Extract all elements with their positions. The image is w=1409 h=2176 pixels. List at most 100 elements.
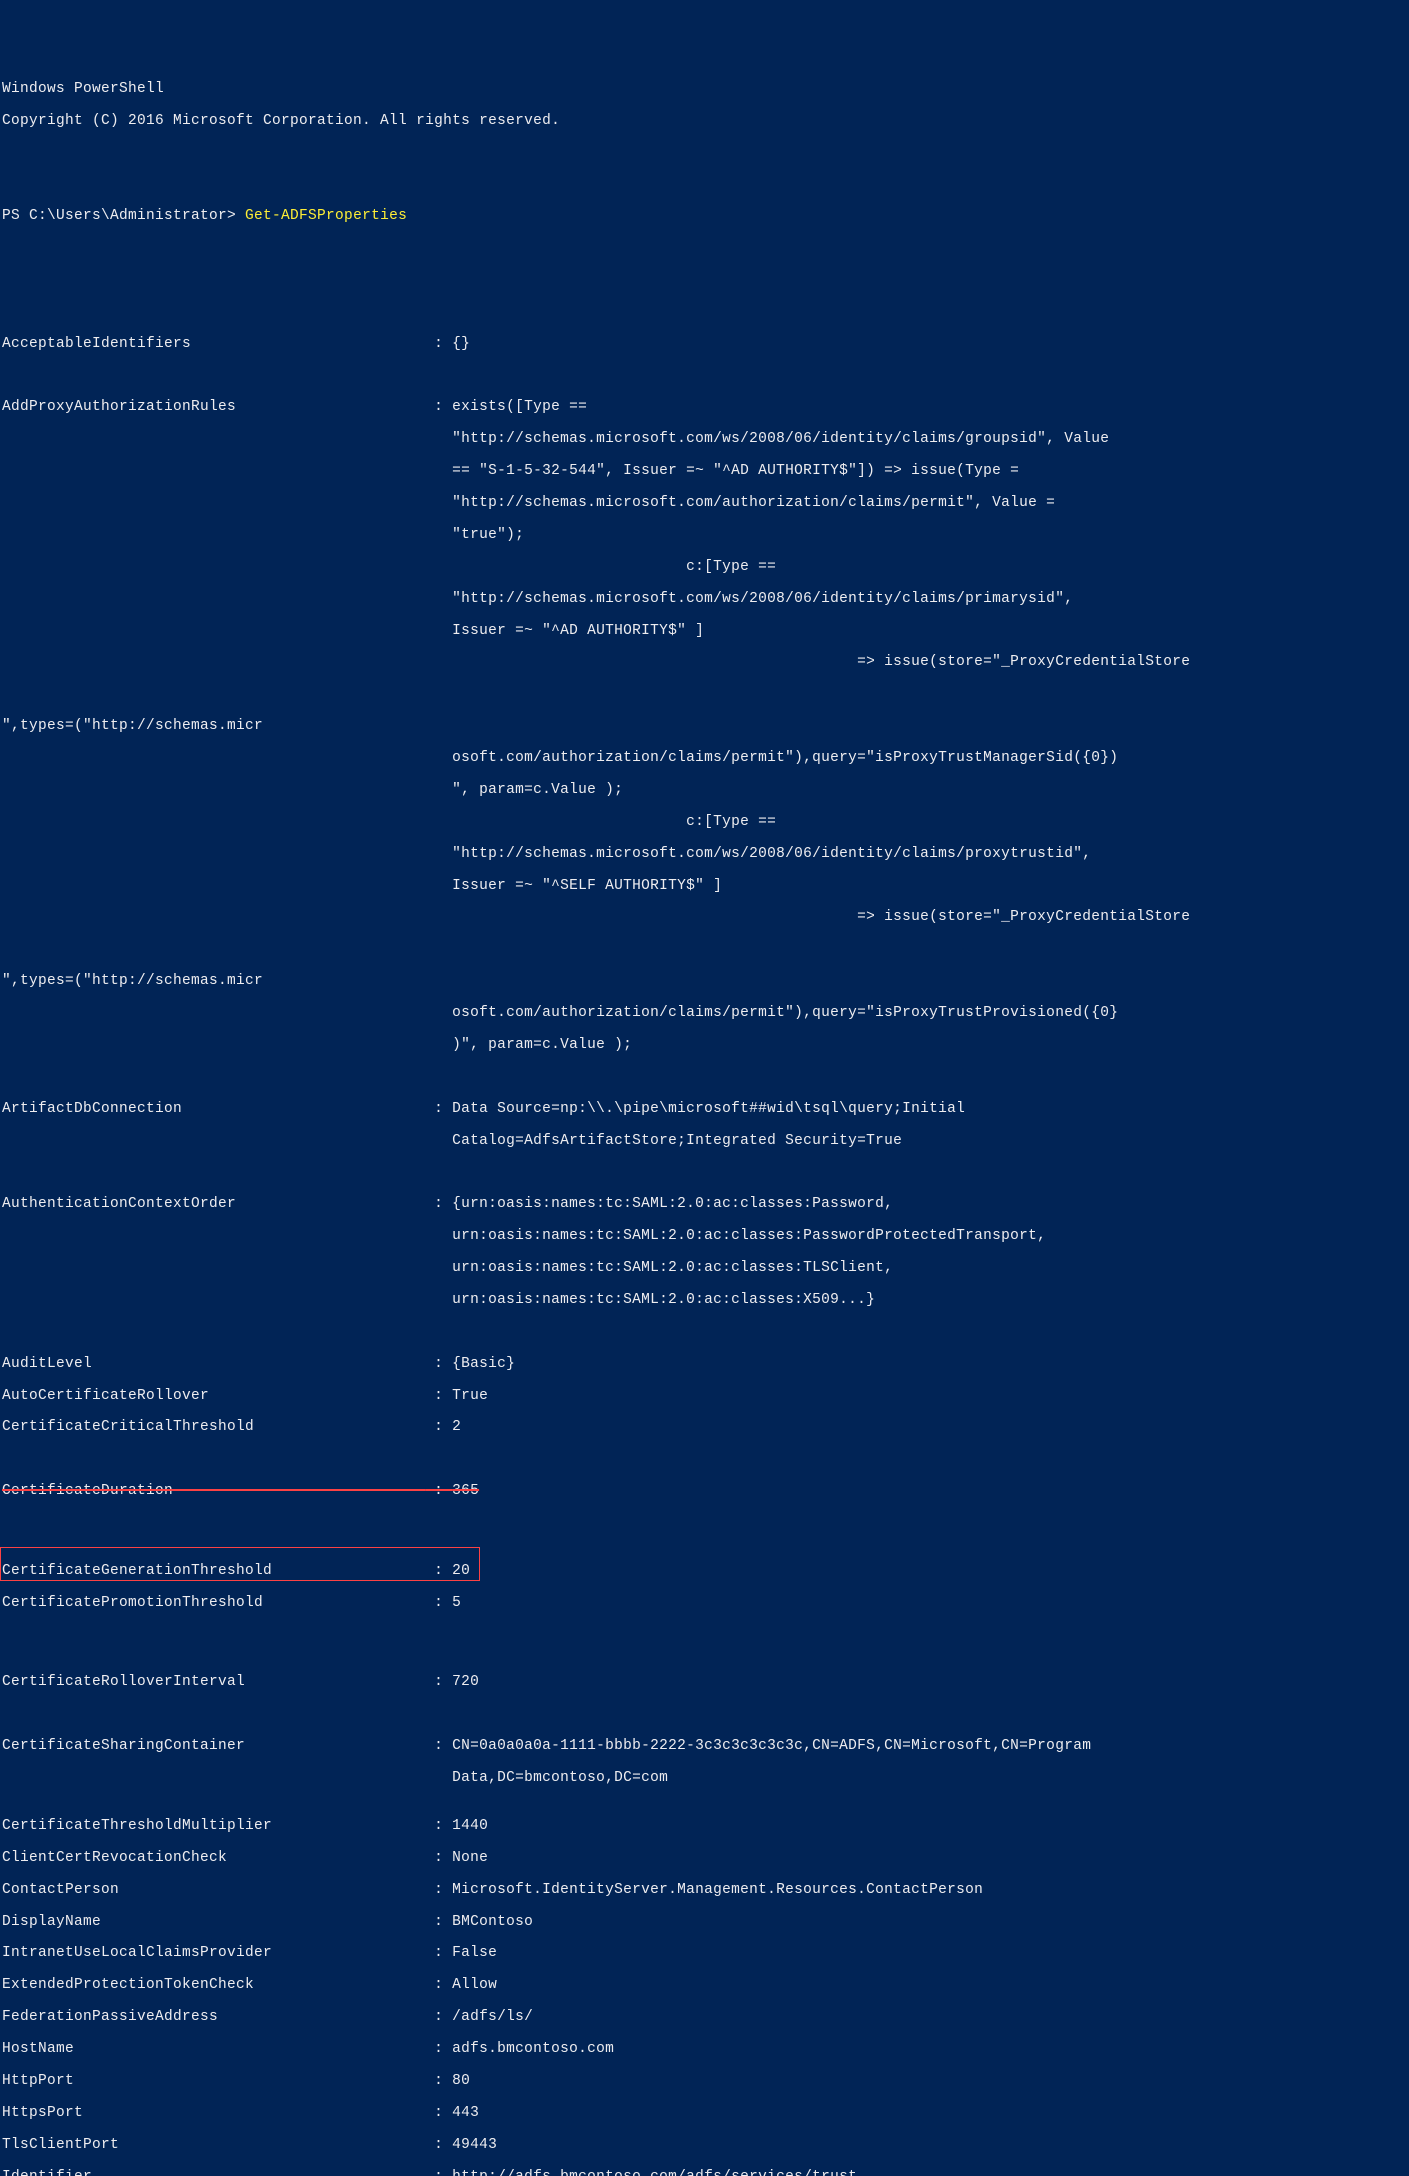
prop-row: ExtendedProtectionTokenCheck : Allow	[2, 1978, 1407, 1994]
highlight-box: CertificateGenerationThreshold : 20 Cert…	[2, 1548, 1407, 1644]
prop-row: AuthenticationContextOrder : {urn:oasis:…	[2, 1197, 1407, 1213]
prop-row: ArtifactDbConnection : Data Source=np:\\…	[2, 1102, 1407, 1118]
prop-value: Data,DC=bmcontoso,DC=com	[452, 1771, 668, 1787]
colon: :	[425, 2138, 452, 2154]
prop-value: Allow	[452, 1978, 497, 1994]
prop-value: osoft.com/authorization/claims/permit"),…	[452, 1006, 1118, 1022]
wrap-key: ",types=("http://schemas.micr	[2, 974, 263, 990]
prop-cont: == "S-1-5-32-544", Issuer =~ "^AD AUTHOR…	[2, 464, 1407, 480]
prop-value: => issue(store="_ProxyCredentialStore	[452, 655, 1190, 671]
prop-wrap: ",types=("http://schemas.micr	[2, 974, 1407, 990]
header-line1: Windows PowerShell	[2, 82, 1407, 98]
pad	[2, 560, 425, 576]
prop-value: {}	[452, 337, 470, 353]
colon: :	[425, 1978, 452, 1994]
colon: :	[425, 1596, 452, 1612]
pad	[2, 432, 425, 448]
blank-line	[2, 241, 1407, 257]
pad	[2, 847, 425, 863]
prop-key: ClientCertRevocationCheck	[2, 1851, 425, 1867]
prop-value: CN=0a0a0a0a-1111-bbbb-2222-3c3c3c3c3c3c,…	[452, 1739, 1091, 1755]
prop-cont: Issuer =~ "^SELF AUTHORITY$" ]	[2, 879, 1407, 895]
prop-value: adfs.bmcontoso.com	[452, 2042, 614, 2058]
prop-key: CertificateSharingContainer	[2, 1739, 425, 1755]
prop-cont: Catalog=AdfsArtifactStore;Integrated Sec…	[2, 1134, 1407, 1150]
prop-value: {Basic}	[452, 1357, 515, 1373]
pad	[2, 592, 425, 608]
colon: :	[425, 1739, 452, 1755]
prop-key: AddProxyAuthorizationRules	[2, 400, 425, 416]
colon: :	[425, 1564, 452, 1580]
prop-value: 20	[452, 1564, 470, 1580]
prop-value: 49443	[452, 2138, 497, 2154]
prop-row: CertificateRolloverInterval : 720	[2, 1675, 1407, 1691]
prop-key: IntranetUseLocalClaimsProvider	[2, 1946, 425, 1962]
pad	[2, 783, 425, 799]
prop-row: AddProxyAuthorizationRules : exists([Typ…	[2, 400, 1407, 416]
prop-cont: => issue(store="_ProxyCredentialStore	[2, 910, 1407, 926]
prop-value: urn:oasis:names:tc:SAML:2.0:ac:classes:P…	[452, 1229, 1046, 1245]
colon: :	[425, 1851, 452, 1867]
prop-cont: urn:oasis:names:tc:SAML:2.0:ac:classes:X…	[2, 1293, 1407, 1309]
prop-key: CertificateThresholdMultiplier	[2, 1819, 425, 1835]
prop-cont: "http://schemas.microsoft.com/ws/2008/06…	[2, 432, 1407, 448]
prop-value: "http://schemas.microsoft.com/ws/2008/06…	[452, 847, 1091, 863]
colon: :	[425, 337, 452, 353]
pad	[2, 464, 425, 480]
prop-cont: "true");	[2, 528, 1407, 544]
prop-cont: c:[Type ==	[2, 560, 1407, 576]
prop-key: FederationPassiveAddress	[2, 2010, 425, 2026]
colon: :	[425, 1197, 452, 1213]
prop-value: "http://schemas.microsoft.com/ws/2008/06…	[452, 432, 1109, 448]
prop-row: AcceptableIdentifiers : {}	[2, 337, 1407, 353]
prop-value: 2	[452, 1420, 461, 1436]
prop-key: AuditLevel	[2, 1357, 425, 1373]
prop-cont: "http://schemas.microsoft.com/ws/2008/06…	[2, 847, 1407, 863]
prop-row: ContactPerson : Microsoft.IdentityServer…	[2, 1883, 1407, 1899]
prop-cont: "http://schemas.microsoft.com/ws/2008/06…	[2, 592, 1407, 608]
colon: :	[425, 1389, 452, 1405]
prop-key: ArtifactDbConnection	[2, 1102, 425, 1118]
colon: :	[425, 2106, 452, 2122]
prop-cont: Issuer =~ "^AD AUTHORITY$" ]	[2, 624, 1407, 640]
prop-cont: urn:oasis:names:tc:SAML:2.0:ac:classes:T…	[2, 1261, 1407, 1277]
prop-cont: ", param=c.Value );	[2, 783, 1407, 799]
prop-key: ContactPerson	[2, 1883, 425, 1899]
prop-key: HostName	[2, 2042, 425, 2058]
prop-key: AuthenticationContextOrder	[2, 1197, 425, 1213]
colon: :	[425, 2010, 452, 2026]
prop-cont: Data,DC=bmcontoso,DC=com	[2, 1771, 1407, 1787]
prop-row: AutoCertificateRollover : True	[2, 1389, 1407, 1405]
colon: :	[425, 2170, 452, 2176]
prompt-line[interactable]: PS C:\Users\Administrator> Get-ADFSPrope…	[2, 209, 1407, 225]
colon: :	[425, 1675, 452, 1691]
pad	[2, 496, 425, 512]
colon: :	[425, 400, 452, 416]
colon: :	[425, 1819, 452, 1835]
prop-value: )", param=c.Value );	[452, 1038, 632, 1054]
wrap-key: ",types=("http://schemas.micr	[2, 719, 263, 735]
prop-value: Issuer =~ "^SELF AUTHORITY$" ]	[452, 879, 722, 895]
pad	[2, 655, 425, 671]
prop-value: urn:oasis:names:tc:SAML:2.0:ac:classes:X…	[452, 1293, 875, 1309]
prompt-prefix: PS C:\Users\Administrator>	[2, 208, 245, 224]
prop-value: == "S-1-5-32-544", Issuer =~ "^AD AUTHOR…	[452, 464, 1019, 480]
prop-row: HttpPort : 80	[2, 2074, 1407, 2090]
prop-key: Identifier	[2, 2170, 425, 2176]
prop-value-strike: 365	[452, 1484, 479, 1500]
pad	[2, 879, 425, 895]
prop-cont: )", param=c.Value );	[2, 1038, 1407, 1054]
prop-value: 1440	[452, 1819, 488, 1835]
prop-value: Issuer =~ "^AD AUTHORITY$" ]	[452, 624, 704, 640]
prop-key: ExtendedProtectionTokenCheck	[2, 1978, 425, 1994]
pad	[2, 815, 425, 831]
prop-value: urn:oasis:names:tc:SAML:2.0:ac:classes:T…	[452, 1261, 893, 1277]
prop-row: HttpsPort : 443	[2, 2106, 1407, 2122]
prop-key: CertificateGenerationThreshold	[2, 1564, 425, 1580]
prop-value: 443	[452, 2106, 479, 2122]
prop-value: Data Source=np:\\.\pipe\microsoft##wid\t…	[452, 1102, 965, 1118]
prop-row: DisplayName : BMContoso	[2, 1915, 1407, 1931]
prop-value: "http://schemas.microsoft.com/authorizat…	[452, 496, 1055, 512]
colon: :	[425, 1883, 452, 1899]
prop-key: HttpPort	[2, 2074, 425, 2090]
